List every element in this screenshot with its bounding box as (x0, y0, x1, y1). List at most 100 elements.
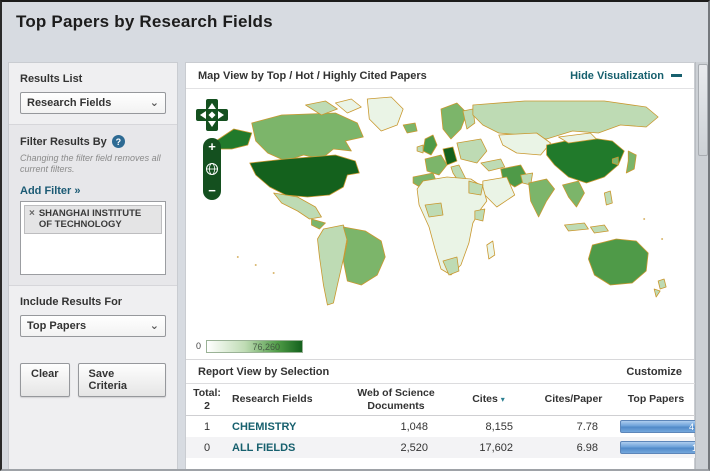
map-region-eastern-europe (457, 139, 487, 163)
include-results-label: Include Results For (20, 296, 166, 308)
globe-icon[interactable] (205, 162, 219, 176)
scrollbar-thumb[interactable] (698, 64, 708, 156)
results-list-selected-value: Research Fields (27, 97, 111, 109)
title-bar: Top Papers by Research Fields (0, 0, 710, 60)
table-row: 1 CHEMISTRY 1,048 8,155 7.78 4 (186, 416, 696, 438)
customize-link[interactable]: Customize (626, 366, 682, 378)
sidebar: Results List Research Fields ⌄ Filter Re… (8, 62, 178, 471)
column-cites-label: Cites (472, 393, 498, 405)
map-region-egypt (469, 181, 483, 195)
map-region-uk (423, 135, 437, 155)
cites-value: 17,602 (446, 437, 531, 458)
filter-section: Filter Results By ? Changing the filter … (9, 124, 177, 286)
map-region-russia (473, 101, 658, 139)
chevron-down-icon: ⌄ (150, 98, 159, 108)
map-region-usa (250, 155, 360, 197)
documents-value: 1,048 (346, 416, 446, 438)
map-region-new-zealand (654, 289, 660, 297)
map-legend: 0 76,260 (186, 333, 694, 359)
include-results-selected-value: Top Papers (27, 320, 86, 332)
sort-desc-icon: ▾ (501, 395, 505, 404)
map-region-france (425, 155, 447, 175)
main-panel: Map View by Top / Hot / Highly Cited Pap… (185, 62, 695, 471)
map-region-indonesia (590, 225, 608, 233)
top-papers-bar: 14 (620, 441, 706, 454)
map-region-arctic-islands (335, 99, 361, 113)
cites-per-paper-value: 6.98 (531, 437, 616, 458)
map-region-canada (252, 113, 364, 161)
row-index: 0 (186, 437, 228, 458)
clear-button[interactable]: Clear (20, 363, 70, 397)
map-header: Map View by Top / Hot / Highly Cited Pap… (186, 63, 694, 89)
row-index: 1 (186, 416, 228, 438)
map-region-madagascar (487, 241, 495, 259)
legend-gradient-bar: 76,260 (206, 340, 303, 353)
zoom-control: + − (203, 138, 221, 200)
top-papers-value: 4 (689, 422, 694, 432)
remove-filter-icon[interactable]: × (29, 208, 35, 231)
filter-chip[interactable]: × SHANGHAI INSTITUTE OF TECHNOLOGY (24, 205, 162, 235)
total-header: Total: 2 (186, 384, 228, 416)
hide-visualization-link[interactable]: Hide Visualization (570, 70, 682, 82)
report-header-bar: Report View by Selection Customize (186, 359, 694, 383)
map-region-philippines (604, 191, 612, 205)
map-region-greenland (367, 97, 403, 131)
map-region-new-zealand (658, 279, 666, 289)
zoom-out-button[interactable]: − (208, 185, 216, 197)
cites-per-paper-value: 7.78 (531, 416, 616, 438)
report-view-title: Report View by Selection (198, 366, 329, 378)
hide-visualization-label: Hide Visualization (570, 70, 664, 82)
report-table: Total: 2 Research Fields Web of Science … (186, 383, 696, 458)
zoom-in-button[interactable]: + (208, 141, 216, 153)
map-region-mexico (274, 193, 322, 219)
map-region-indonesia (565, 223, 589, 231)
map-region-iceland (403, 123, 417, 133)
map-view-title: Map View by Top / Hot / Highly Cited Pap… (198, 70, 427, 82)
column-top-papers: Top Papers (616, 384, 696, 416)
documents-value: 2,520 (346, 437, 446, 458)
save-criteria-button[interactable]: Save Criteria (78, 363, 166, 397)
map-controls: + − (194, 97, 230, 200)
world-map[interactable]: + − (186, 89, 694, 333)
results-list-select[interactable]: Research Fields ⌄ (20, 92, 166, 114)
minus-icon (671, 74, 682, 77)
choropleth-map (186, 89, 694, 333)
column-cites-sort[interactable]: Cites ▾ (446, 384, 531, 416)
legend-min-value: 0 (196, 341, 201, 351)
add-filter-link[interactable]: Add Filter » (20, 185, 81, 197)
include-results-select[interactable]: Top Papers ⌄ (20, 315, 166, 337)
vertical-scrollbar[interactable] (695, 62, 710, 471)
map-region-south-america-west (317, 225, 347, 305)
total-count: 2 (190, 400, 224, 413)
cites-value: 8,155 (446, 416, 531, 438)
pan-control[interactable] (194, 97, 230, 133)
total-label: Total: (190, 387, 224, 400)
table-header-row: Total: 2 Research Fields Web of Science … (186, 384, 696, 416)
top-papers-bar: 4 (620, 420, 698, 433)
map-region-australia (588, 239, 648, 285)
column-wos-documents: Web of Science Documents (346, 384, 446, 416)
chevron-down-icon: ⌄ (150, 321, 159, 331)
map-region-scandinavia (441, 103, 467, 139)
filter-chip-label: SHANGHAI INSTITUTE OF TECHNOLOGY (39, 208, 157, 231)
results-list-section: Results List Research Fields ⌄ (9, 63, 177, 124)
map-region-ireland (417, 145, 423, 153)
field-link-all-fields[interactable]: ALL FIELDS (232, 442, 295, 454)
help-icon[interactable]: ? (112, 135, 125, 148)
page-title: Top Papers by Research Fields (16, 12, 694, 32)
map-region-ethiopia (475, 209, 485, 221)
include-results-section: Include Results For Top Papers ⌄ (9, 286, 177, 347)
map-region-brazil (343, 227, 385, 285)
table-row: 0 ALL FIELDS 2,520 17,602 6.98 14 (186, 437, 696, 458)
filter-note: Changing the filter field removes all cu… (20, 153, 166, 176)
field-link-chemistry[interactable]: CHEMISTRY (232, 421, 296, 433)
map-region-india (529, 179, 555, 217)
map-region-indochina (563, 181, 585, 207)
legend-max-value: 76,260 (252, 342, 280, 352)
active-filters-listbox: × SHANGHAI INSTITUTE OF TECHNOLOGY (20, 201, 166, 275)
sidebar-buttons: Clear Save Criteria (9, 347, 177, 413)
map-region-japan (626, 151, 636, 173)
map-region-central-america (312, 219, 326, 229)
column-research-fields: Research Fields (228, 384, 346, 416)
results-list-label: Results List (20, 73, 166, 85)
